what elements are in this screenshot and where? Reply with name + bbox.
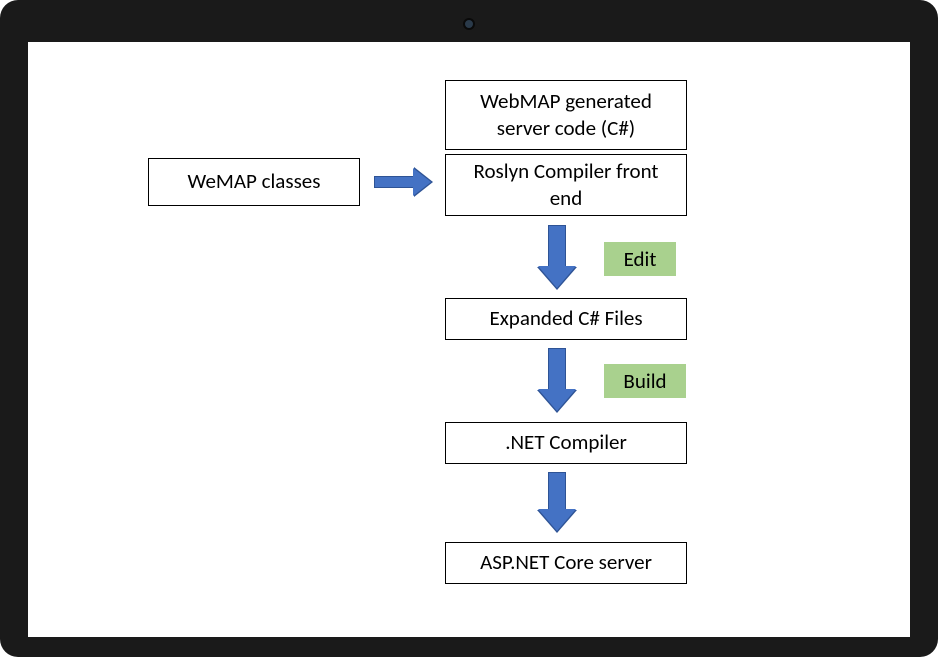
node-wemap-classes: WeMAP classes (148, 158, 360, 206)
arrow-down-icon (548, 225, 566, 267)
badge-label: Edit (624, 246, 657, 272)
node-label: Roslyn Compiler front end (456, 158, 676, 213)
node-label: WebMAP generated server code (C#) (456, 88, 676, 143)
node-expanded-files: Expanded C# Files (445, 298, 687, 340)
arrow-right-icon (374, 176, 414, 188)
node-net-compiler: .NET Compiler (445, 422, 687, 464)
flowchart-diagram: WeMAP classes WebMAP generated server co… (28, 42, 910, 637)
node-label: Expanded C# Files (489, 305, 642, 332)
badge-build: Build (604, 364, 686, 398)
node-roslyn-compiler: Roslyn Compiler front end (445, 154, 687, 216)
node-label: ASP.NET Core server (480, 549, 652, 576)
arrow-down-icon (548, 472, 566, 510)
node-aspnet-core: ASP.NET Core server (445, 542, 687, 584)
badge-label: Build (623, 368, 666, 394)
camera-icon (463, 18, 475, 30)
badge-edit: Edit (604, 242, 676, 276)
node-label: .NET Compiler (505, 429, 627, 456)
arrow-down-icon (548, 348, 566, 390)
node-label: WeMAP classes (188, 168, 321, 195)
node-webmap-generated: WebMAP generated server code (C#) (445, 80, 687, 150)
